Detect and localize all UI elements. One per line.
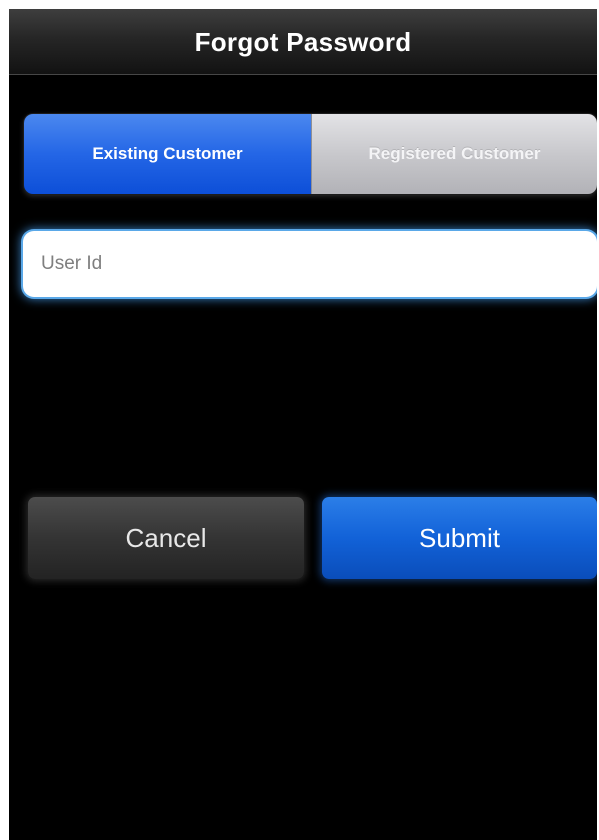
segment-registered-customer[interactable]: Registered Customer [311,114,597,194]
navigation-bar: Forgot Password [9,9,597,75]
user-id-input[interactable] [23,231,597,297]
segment-existing-customer[interactable]: Existing Customer [24,114,311,194]
cancel-button[interactable]: Cancel [28,497,304,579]
page-title: Forgot Password [194,27,412,57]
user-id-field-container [23,231,597,297]
customer-type-segmented-control: Existing Customer Registered Customer [24,114,597,194]
app-screen: Forgot Password Existing Customer Regist… [9,9,597,840]
submit-button[interactable]: Submit [322,497,597,579]
